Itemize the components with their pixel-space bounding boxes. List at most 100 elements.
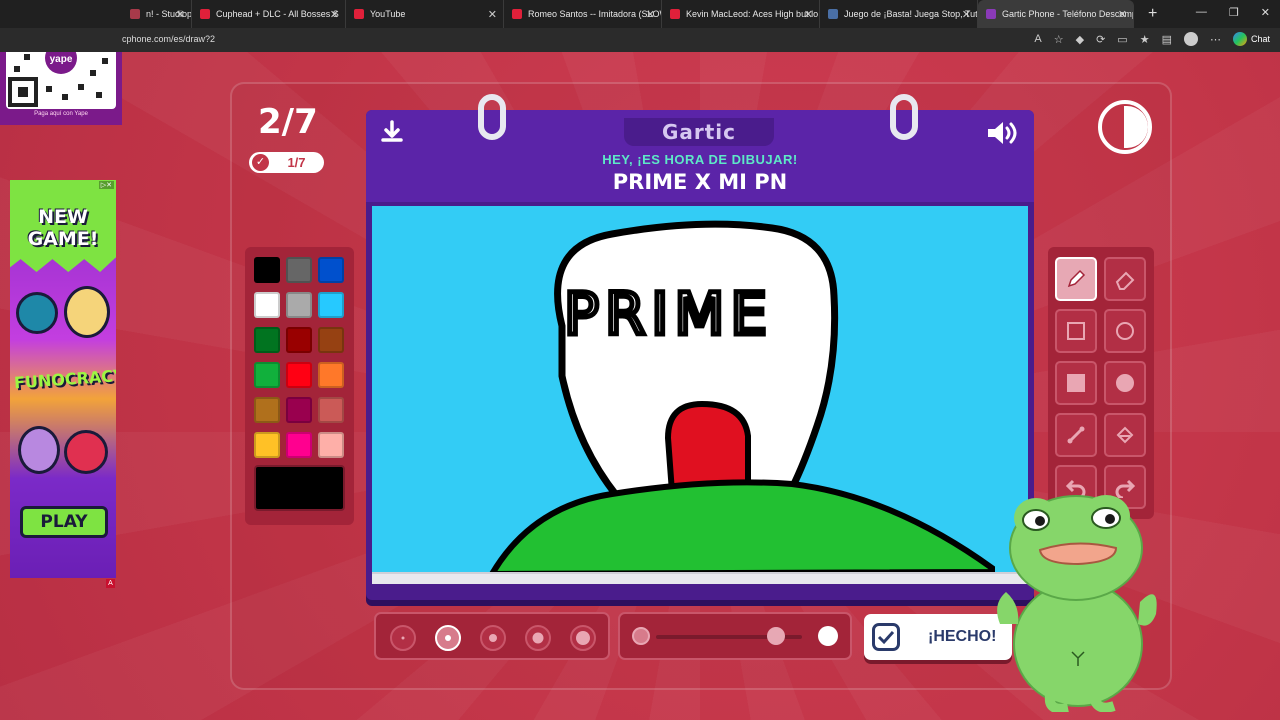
browser-tab[interactable]: Romeo Santos -- Imitadora (SLOW ✕ — [504, 0, 662, 28]
ad-new-game-text: NEW GAME! — [27, 206, 99, 250]
browser-tab-bar: n! - Studiopu ✕ Cuphead + DLC - All Bosses… — [0, 0, 1280, 28]
maximize-icon[interactable]: ❐ — [1229, 6, 1239, 19]
color-swatch[interactable] — [286, 292, 312, 318]
tab-title: n! - Studiopu — [146, 9, 192, 19]
timer-icon — [1098, 100, 1152, 154]
drawing-label: PRIME — [564, 280, 773, 348]
color-swatch[interactable] — [254, 397, 280, 423]
line-tool[interactable] — [1055, 413, 1097, 457]
split-screen-icon[interactable]: ▭ — [1117, 33, 1127, 46]
rectangle-outline-tool[interactable] — [1055, 309, 1097, 353]
tab-title: Cuphead + DLC - All Bosses S — [216, 9, 339, 19]
color-swatch[interactable] — [254, 257, 280, 283]
color-swatch[interactable] — [254, 432, 280, 458]
url-input[interactable]: cphone.com/es/draw?2 — [122, 34, 215, 44]
check-icon: ✓ — [252, 154, 269, 171]
color-swatch[interactable] — [254, 362, 280, 388]
color-swatch[interactable] — [318, 292, 344, 318]
binder-ring-left — [478, 94, 506, 140]
color-swatch[interactable] — [286, 362, 312, 388]
paint-bucket-icon — [1116, 426, 1134, 444]
qr-caption: Paga aquí con Yape — [34, 111, 88, 117]
adchoices-icon[interactable]: ▷✕ — [98, 181, 114, 189]
refresh-icon[interactable]: ⟳ — [1096, 33, 1105, 46]
download-icon[interactable] — [380, 120, 404, 144]
favorites-icon[interactable]: ★ — [1140, 33, 1150, 46]
reader-mode-icon[interactable]: A — [1034, 33, 1041, 45]
drawing-canvas[interactable]: PRIME — [372, 206, 1028, 572]
rectangle-fill-tool[interactable] — [1055, 361, 1097, 405]
tab-favicon-icon — [200, 9, 210, 19]
bucket-fill-tool[interactable] — [1104, 413, 1146, 457]
opacity-slider[interactable] — [618, 612, 852, 660]
filled-circle-icon — [1116, 374, 1134, 392]
minimize-icon[interactable]: — — [1196, 6, 1207, 19]
color-swatch[interactable] — [318, 397, 344, 423]
check-icon — [872, 623, 900, 651]
brush-size-4[interactable] — [525, 625, 551, 651]
collections-icon[interactable]: ▤ — [1162, 33, 1172, 46]
brush-size-1[interactable] — [390, 625, 416, 651]
color-swatch[interactable] — [286, 432, 312, 458]
ad-play-button[interactable]: PLAY — [20, 506, 108, 538]
color-swatch[interactable] — [254, 327, 280, 353]
tab-close-icon[interactable]: ✕ — [804, 8, 813, 21]
color-swatch[interactable] — [318, 327, 344, 353]
tab-favicon-icon — [670, 9, 680, 19]
circle-icon — [1116, 322, 1134, 340]
color-swatch[interactable] — [286, 327, 312, 353]
extension-icon[interactable]: ◆ — [1076, 33, 1084, 46]
tab-close-icon[interactable]: ✕ — [176, 8, 185, 21]
tab-close-icon[interactable]: ✕ — [1118, 8, 1127, 21]
color-swatch[interactable] — [286, 397, 312, 423]
browser-tab[interactable]: Juego de ¡Basta! Juega Stop, Tutti ✕ — [820, 0, 978, 28]
browser-tab[interactable]: n! - Studiopu ✕ — [122, 0, 192, 28]
side-advertisement[interactable]: ▷✕ NEW GAME! FUNOCRACY PLAY — [10, 180, 116, 578]
color-swatch[interactable] — [318, 362, 344, 388]
line-icon — [1067, 426, 1085, 444]
favorite-star-icon[interactable]: ☆ — [1054, 33, 1064, 46]
color-swatch[interactable] — [318, 257, 344, 283]
ellipse-fill-tool[interactable] — [1104, 361, 1146, 405]
qr-code-icon: yape — [6, 52, 116, 109]
tab-title: Kevin MacLeod: Aces High but lo — [686, 9, 819, 19]
ad-thumbs-up-icon — [16, 292, 58, 334]
color-swatch[interactable] — [318, 432, 344, 458]
browser-tab[interactable]: Kevin MacLeod: Aces High but lo ✕ — [662, 0, 820, 28]
ad-flag-icon[interactable]: A — [106, 579, 115, 588]
tab-close-icon[interactable]: ✕ — [330, 8, 339, 21]
ad-character-face — [64, 286, 110, 338]
brush-size-5[interactable] — [570, 625, 596, 651]
tab-title: Gartic Phone - Teléfono Descomp — [1002, 9, 1134, 19]
drawing: PRIME — [489, 220, 995, 572]
sketchbook-header: Gartic HEY, ¡ES HORA DE DIBUJAR! PRIME X… — [366, 110, 1034, 202]
browser-tab[interactable]: YouTube ✕ — [346, 0, 504, 28]
tab-close-icon[interactable]: ✕ — [488, 8, 497, 21]
volume-icon[interactable] — [986, 120, 1020, 146]
tab-favicon-icon — [130, 9, 140, 19]
game-page: ▷✕ NEW GAME! FUNOCRACY PLAY A 2/7 ✓ 1/7 G… — [0, 52, 1280, 720]
ellipse-outline-tool[interactable] — [1104, 309, 1146, 353]
tab-close-icon[interactable]: ✕ — [646, 8, 655, 21]
brush-size-3[interactable] — [480, 625, 506, 651]
more-menu-icon[interactable]: ⋯ — [1210, 33, 1221, 46]
tab-favicon-icon — [828, 9, 838, 19]
color-swatch[interactable] — [286, 257, 312, 283]
browser-tab[interactable]: Cuphead + DLC - All Bosses S ✕ — [192, 0, 346, 28]
copilot-chat-button[interactable]: Chat — [1232, 32, 1270, 46]
profile-avatar[interactable] — [1183, 32, 1198, 46]
opacity-handle[interactable] — [766, 627, 785, 645]
browser-tab[interactable]: Gartic Phone - Teléfono Descomp ✕ — [978, 0, 1134, 28]
ad-brand-logo: FUNOCRACY — [13, 365, 116, 393]
tab-close-icon[interactable]: ✕ — [962, 8, 971, 21]
new-tab-button[interactable]: + — [1148, 5, 1157, 23]
color-swatch[interactable] — [254, 292, 280, 318]
pencil-tool[interactable] — [1055, 257, 1097, 301]
brush-size-2[interactable] — [435, 625, 461, 651]
binder-ring-right — [890, 94, 918, 140]
svg-text:yape: yape — [50, 54, 73, 65]
close-window-icon[interactable]: ✕ — [1261, 6, 1270, 19]
tab-favicon-icon — [986, 9, 996, 19]
eraser-tool[interactable] — [1104, 257, 1146, 301]
color-palette — [245, 247, 354, 525]
